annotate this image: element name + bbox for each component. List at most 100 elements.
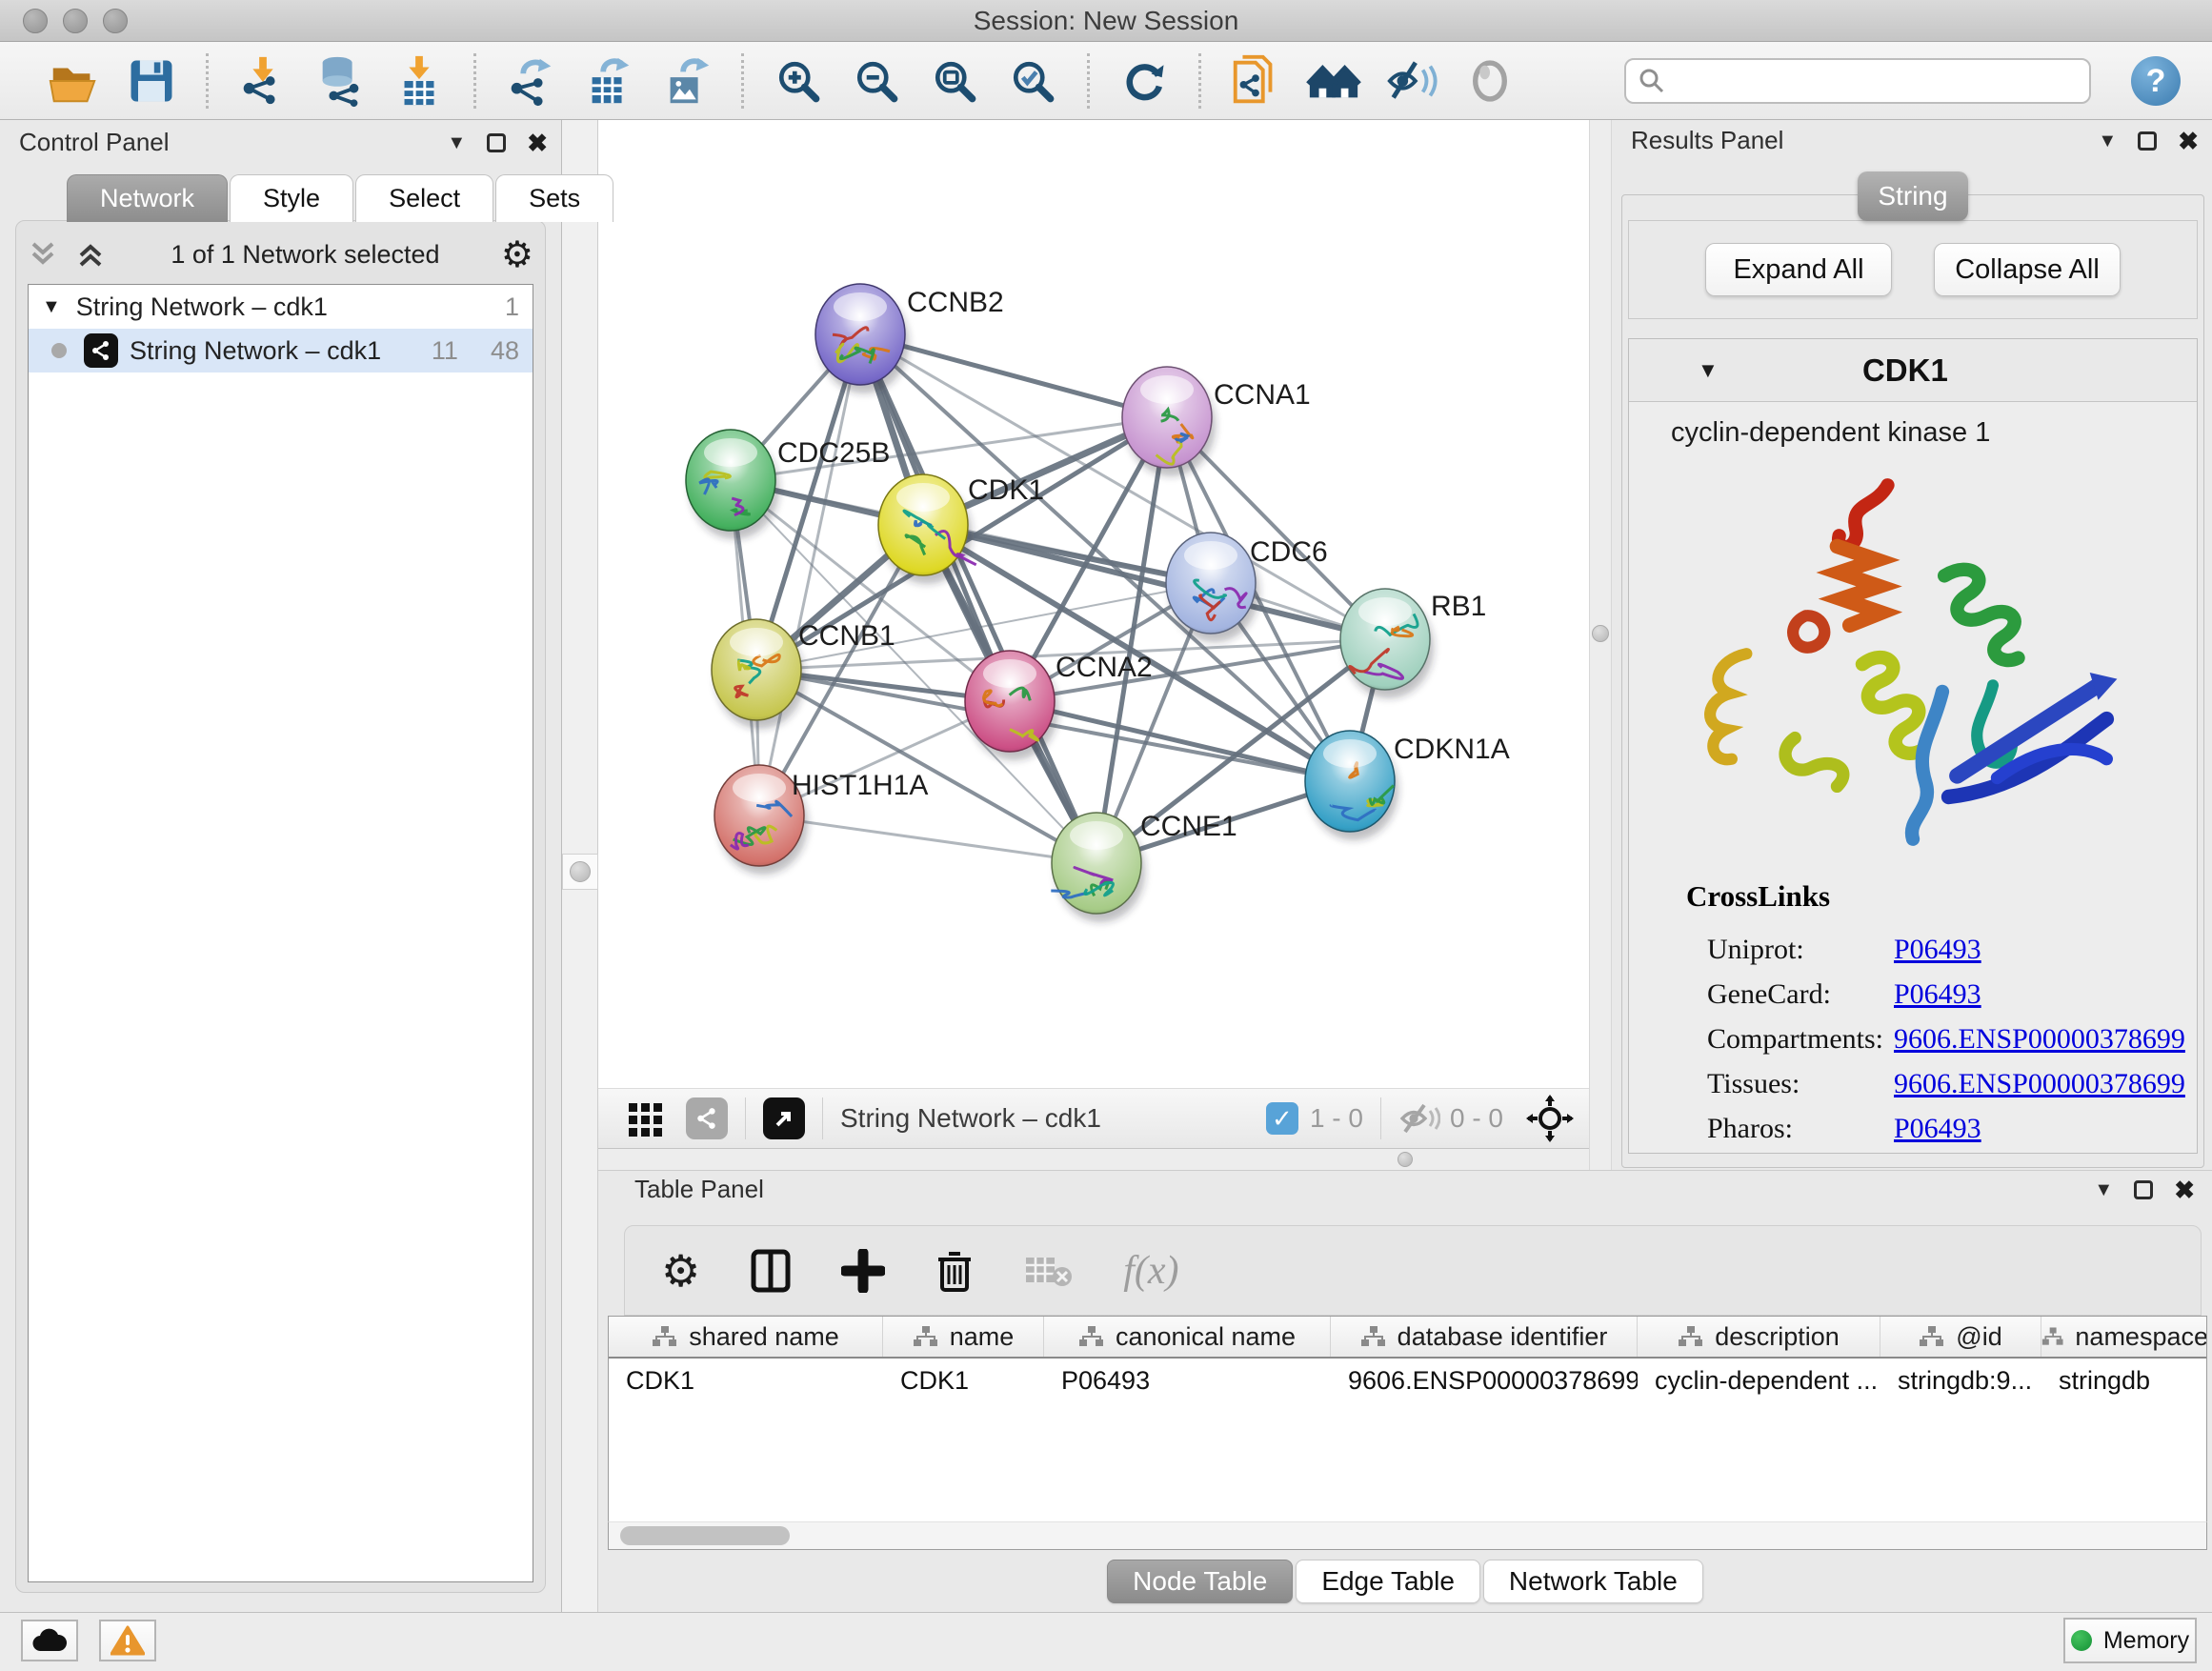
left-splitter-handle[interactable] <box>562 854 598 890</box>
column-header-shared-name[interactable]: shared name <box>609 1317 883 1357</box>
expand-all-button[interactable]: Expand All <box>1705 243 1892 296</box>
control-panel-float-icon[interactable]: ▼ <box>447 133 466 152</box>
string-app-icon <box>84 333 118 368</box>
tab-style[interactable]: Style <box>230 174 353 222</box>
results-panel-maximize-icon[interactable] <box>2138 131 2157 151</box>
bottom-splitter-handle[interactable] <box>1398 1152 1413 1167</box>
crosslink-link[interactable]: P06493 <box>1894 1113 1981 1145</box>
zoom-out-button[interactable] <box>845 50 908 112</box>
tab-edge-table[interactable]: Edge Table <box>1296 1560 1480 1603</box>
network-collection-row[interactable]: ▼ String Network – cdk1 1 <box>29 285 533 329</box>
zoom-fit-button[interactable] <box>923 50 986 112</box>
column-header-description[interactable]: description <box>1638 1317 1880 1357</box>
tab-sets[interactable]: Sets <box>495 174 613 222</box>
birdseye-grid-icon[interactable] <box>625 1097 667 1139</box>
tab-node-table[interactable]: Node Table <box>1107 1560 1293 1603</box>
column-header--id[interactable]: @id <box>1880 1317 2041 1357</box>
column-header-canonical-name[interactable]: canonical name <box>1044 1317 1331 1357</box>
tab-select[interactable]: Select <box>355 174 493 222</box>
network-node-RB1[interactable] <box>1340 589 1434 698</box>
collapse-all-button[interactable]: Collapse All <box>1934 243 2121 296</box>
network-row-selected[interactable]: String Network – cdk1 11 48 <box>29 329 533 372</box>
export-image-button[interactable] <box>655 50 718 112</box>
table-panel-maximize-icon[interactable] <box>2134 1180 2153 1199</box>
right-splitter[interactable] <box>1589 120 1612 1170</box>
table-panel-close-icon[interactable]: ✖ <box>2174 1178 2195 1202</box>
tab-network[interactable]: Network <box>67 174 228 222</box>
bottom-splitter[interactable] <box>598 1149 1589 1170</box>
table-options-gear-icon[interactable]: ⚙ <box>661 1245 700 1297</box>
crosslink-link[interactable]: P06493 <box>1894 934 1981 966</box>
node-table: shared namenamecanonical namedatabase id… <box>608 1316 2207 1521</box>
delete-column-icon[interactable] <box>935 1248 975 1294</box>
right-splitter-handle[interactable] <box>1592 625 1609 642</box>
apply-layout-button[interactable] <box>1113 50 1176 112</box>
network-edge-CCNA2-CDKN1A[interactable] <box>1010 701 1350 781</box>
control-panel-close-icon[interactable]: ✖ <box>527 131 548 155</box>
memory-button[interactable]: Memory <box>2063 1618 2197 1663</box>
add-column-icon[interactable] <box>841 1249 885 1293</box>
column-header-database-identifier[interactable]: database identifier <box>1331 1317 1638 1357</box>
import-table-button[interactable] <box>388 50 451 112</box>
share-network-button[interactable] <box>1224 50 1287 112</box>
open-in-new-window-icon[interactable] <box>763 1097 805 1139</box>
crosslink-link[interactable]: 9606.ENSP00000378699 <box>1894 1068 2185 1100</box>
show-columns-icon[interactable] <box>750 1248 792 1294</box>
scrollbar-thumb[interactable] <box>620 1526 790 1545</box>
network-node-CDC25B[interactable] <box>686 430 779 539</box>
save-session-button[interactable] <box>120 50 183 112</box>
status-bar: Memory <box>0 1612 2212 1671</box>
results-panel-float-icon[interactable]: ▼ <box>2098 131 2117 151</box>
hide-glass-button[interactable] <box>1380 50 1443 112</box>
import-network-button[interactable] <box>231 50 294 112</box>
selected-items-checkbox[interactable]: ✓ <box>1266 1102 1298 1135</box>
tab-string[interactable]: String <box>1858 171 1968 221</box>
zoom-selected-button[interactable] <box>1001 50 1064 112</box>
import-database-button[interactable] <box>310 50 372 112</box>
string-results-body: Expand All Collapse All ▼ CDK1 cyclin-de… <box>1621 194 2204 1168</box>
entry-expander-icon[interactable]: ▼ <box>1698 358 1719 383</box>
fit-selected-crosshair-icon[interactable] <box>1526 1095 1574 1142</box>
expand-all-icon[interactable] <box>75 238 110 271</box>
export-network-button[interactable] <box>499 50 562 112</box>
gene-entry-header[interactable]: ▼ CDK1 <box>1629 339 2197 402</box>
show-glass-button[interactable] <box>1458 50 1521 112</box>
search-input[interactable] <box>1676 65 2078 96</box>
control-panel: Control Panel ▼ ✖ NetworkStyleSelectSets… <box>0 120 562 1612</box>
network-view[interactable]: CCNB2CCNA1CDC25BCDK1CDC6RB1CCNB1CCNA2CDK… <box>598 120 1589 1088</box>
help-button[interactable]: ? <box>2131 56 2181 106</box>
network-options-gear-icon[interactable]: ⚙ <box>501 233 533 275</box>
table-row[interactable]: CDK1CDK1P064939606.ENSP00000378699cyclin… <box>609 1359 2206 1402</box>
gene-symbol: CDK1 <box>1719 352 2092 389</box>
open-session-button[interactable] <box>42 50 105 112</box>
column-header-name[interactable]: name <box>883 1317 1044 1357</box>
results-panel-close-icon[interactable]: ✖ <box>2178 129 2199 153</box>
network-node-CCNA2[interactable] <box>965 651 1058 760</box>
network-edge-CCNB2-HIST1H1A[interactable] <box>759 334 860 815</box>
network-edge-HIST1H1A-CCNE1[interactable] <box>759 815 1096 863</box>
export-table-button[interactable] <box>577 50 640 112</box>
column-header-namespace[interactable]: namespace <box>2041 1317 2207 1357</box>
table-panel-float-icon[interactable]: ▼ <box>2094 1180 2113 1199</box>
cloud-status-button[interactable] <box>21 1620 78 1661</box>
string-view-icon[interactable] <box>686 1097 728 1139</box>
network-node-CDK1[interactable] <box>878 474 976 584</box>
control-panel-maximize-icon[interactable] <box>487 133 506 152</box>
tree-expander-icon[interactable]: ▼ <box>42 296 61 318</box>
string-home-button[interactable] <box>1302 50 1365 112</box>
network-node-CCNE1[interactable] <box>1051 813 1145 922</box>
left-splitter[interactable] <box>562 120 598 1612</box>
table-panel-tabs: Node TableEdge TableNetwork Table <box>598 1560 2212 1603</box>
warnings-button[interactable] <box>99 1620 156 1661</box>
zoom-in-button[interactable] <box>767 50 830 112</box>
network-node-CCNB2[interactable] <box>815 284 909 393</box>
crosslink-link[interactable]: P06493 <box>1894 978 1981 1011</box>
crosslink-link[interactable]: 9606.ENSP00000378699 <box>1894 1023 2185 1056</box>
export-network-icon <box>503 53 558 109</box>
zoom-out-icon <box>850 54 903 108</box>
network-node-CCNA1[interactable] <box>1122 367 1216 476</box>
tab-network-table[interactable]: Network Table <box>1483 1560 1703 1603</box>
table-horizontal-scrollbar[interactable] <box>608 1521 2207 1550</box>
network-node-CDKN1A[interactable] <box>1305 731 1398 840</box>
collapse-all-icon[interactable] <box>28 238 62 271</box>
